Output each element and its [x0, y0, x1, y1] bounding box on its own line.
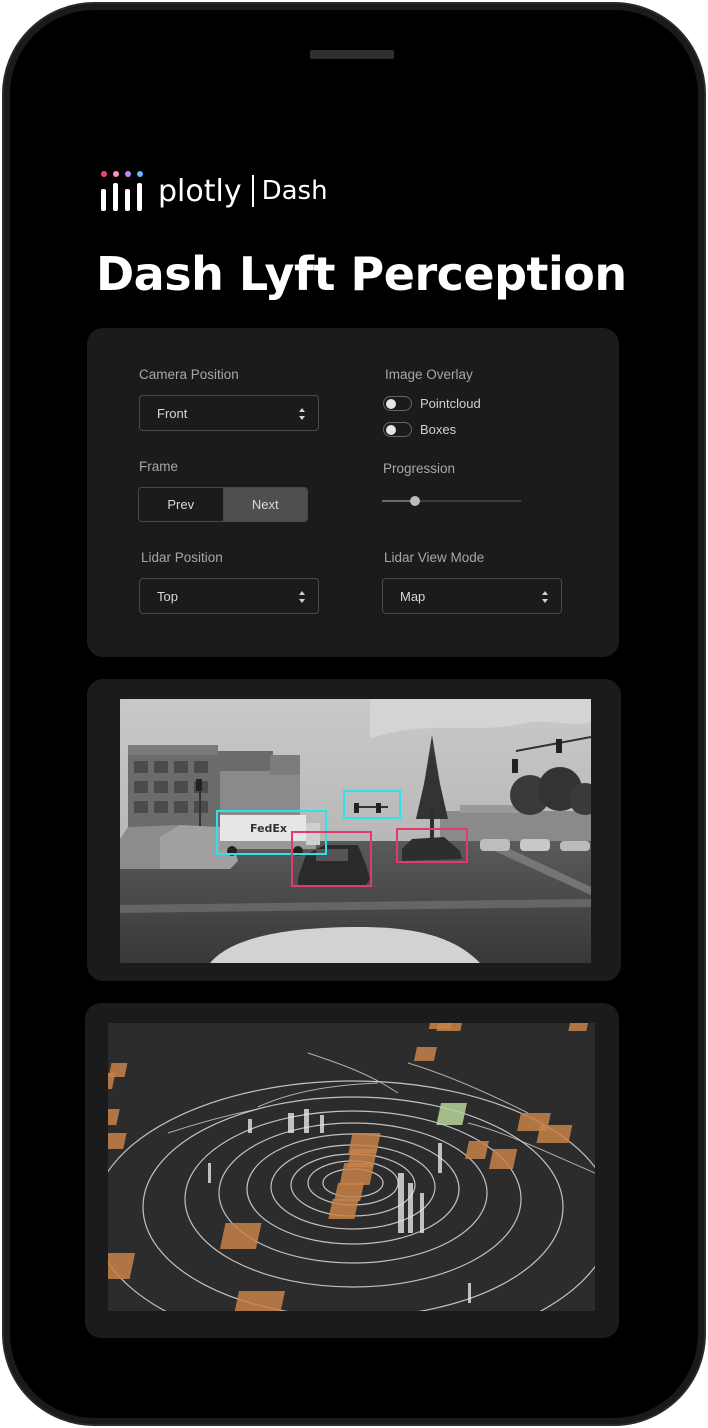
- phone-speaker: [310, 50, 394, 59]
- truck-logo-text: FedEx: [250, 822, 287, 835]
- plotly-dash-logo[interactable]: plotly Dash: [100, 168, 328, 214]
- camera-position-label: Camera Position: [139, 367, 239, 382]
- camera-image[interactable]: FedEx: [120, 699, 591, 963]
- boxes-toggle[interactable]: [383, 422, 412, 437]
- lidar-view-mode-value: Map: [400, 588, 426, 604]
- pointcloud-toggle-label: Pointcloud: [420, 396, 481, 411]
- boxes-toggle-label: Boxes: [420, 422, 457, 437]
- lidar-object-box: [234, 1291, 286, 1311]
- select-caret-icon: [299, 408, 306, 420]
- lidar-object-box: [334, 1183, 364, 1201]
- lidar-object-box: [339, 1163, 375, 1185]
- camera-position-value: Front: [157, 405, 188, 421]
- lidar-object-box: [428, 1023, 452, 1029]
- frame-button-group: Prev Next: [138, 487, 308, 522]
- camera-position-select[interactable]: Front: [139, 395, 319, 431]
- lidar-object-box: [108, 1063, 128, 1077]
- progression-label: Progression: [383, 461, 456, 476]
- page-title: Dash Lyft Perception: [96, 247, 627, 301]
- lidar-object-box: [219, 1223, 262, 1249]
- pointcloud-toggle-row[interactable]: Pointcloud: [383, 396, 481, 411]
- product-name: Dash: [261, 176, 328, 206]
- select-caret-icon: [542, 591, 549, 603]
- progression-slider[interactable]: [382, 496, 521, 506]
- next-button[interactable]: Next: [223, 488, 307, 521]
- lidar-position-label: Lidar Position: [141, 550, 223, 565]
- lidar-position-value: Top: [157, 588, 178, 604]
- lidar-object-box: [413, 1047, 437, 1061]
- boxes-toggle-row[interactable]: Boxes: [383, 422, 456, 437]
- select-caret-icon: [299, 591, 306, 603]
- image-overlay-label: Image Overlay: [385, 367, 473, 382]
- frame-label: Frame: [139, 459, 179, 474]
- pointcloud-toggle[interactable]: [383, 396, 412, 411]
- lidar-object-box: [488, 1149, 518, 1169]
- slider-handle[interactable]: [410, 496, 421, 506]
- lidar-object-box: [436, 1103, 467, 1125]
- lidar-object-box: [328, 1199, 359, 1219]
- lidar-object-box: [536, 1125, 573, 1143]
- lidar-object-box: [568, 1023, 588, 1031]
- lidar-view-mode-select[interactable]: Map: [382, 578, 562, 614]
- lidar-position-select[interactable]: Top: [139, 578, 319, 614]
- prev-button[interactable]: Prev: [139, 488, 224, 521]
- lidar-view[interactable]: [108, 1023, 595, 1311]
- logo-separator: [251, 175, 254, 207]
- plotly-logo-icon: [100, 169, 144, 213]
- lidar-object-box: [465, 1141, 489, 1159]
- brand-name: plotly: [158, 173, 242, 209]
- lidar-view-mode-label: Lidar View Mode: [384, 550, 485, 565]
